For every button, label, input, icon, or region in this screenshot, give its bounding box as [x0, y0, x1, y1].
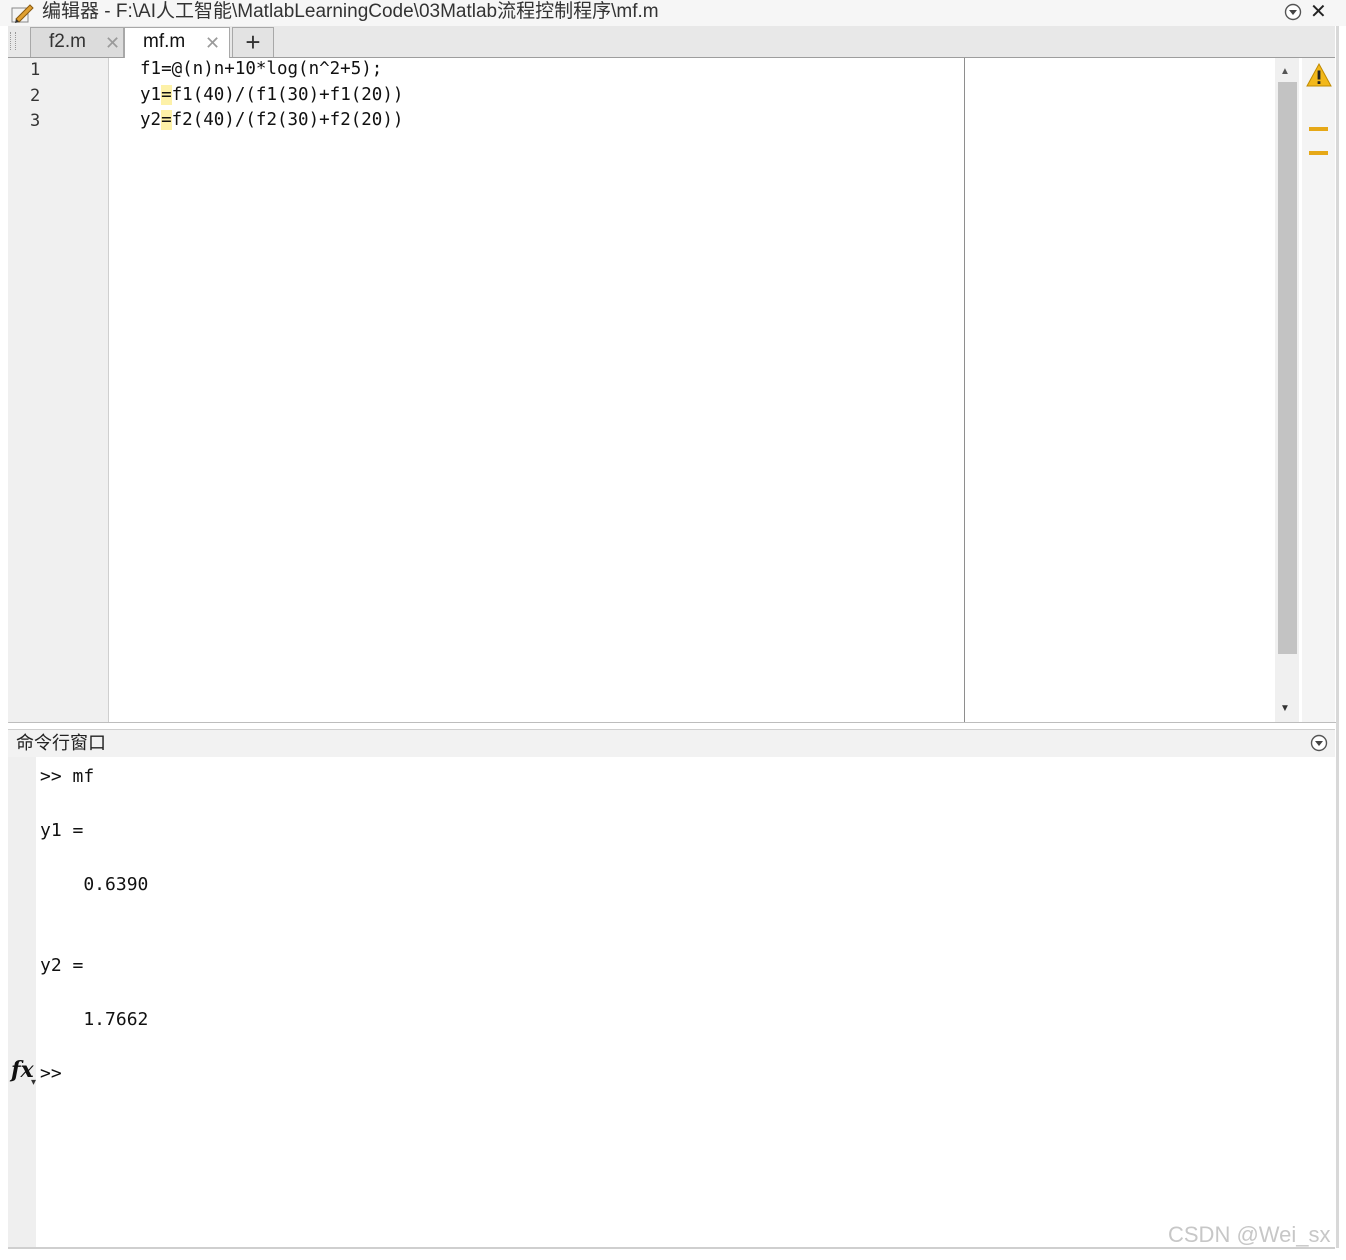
scroll-up-icon[interactable]: ▲: [1280, 66, 1290, 77]
command-window-gutter: [8, 757, 36, 1247]
command-output-line: 0.6390: [40, 874, 149, 895]
code-text: f2(40)/(f2(30)+f2(20)): [171, 110, 404, 130]
line-number: 3: [30, 111, 41, 131]
warning-icon[interactable]: [1306, 62, 1332, 88]
editor-pencil-icon: [11, 4, 34, 23]
warning-marker[interactable]: [1309, 151, 1328, 155]
chevron-down-circle-icon[interactable]: [1310, 734, 1328, 752]
command-window-title: 命令行窗口: [16, 733, 106, 753]
code-editor[interactable]: [8, 58, 1336, 723]
tab-grip[interactable]: [10, 32, 16, 50]
command-output-line: y1 =: [40, 820, 84, 841]
line-number: 1: [30, 60, 41, 80]
command-prompt[interactable]: >>: [40, 1063, 62, 1084]
code-text: f1(40)/(f1(30)+f1(20)): [171, 85, 404, 105]
window-title: 编辑器 - F:\AI人工智能\MatlabLearningCode\03Mat…: [42, 1, 659, 22]
code-line[interactable]: y1=f1(40)/(f1(30)+f1(20)): [140, 85, 403, 105]
code-line[interactable]: y2=f2(40)/(f2(30)+f2(20)): [140, 110, 403, 130]
tab-mf[interactable]: mf.m ✕: [124, 27, 230, 58]
window-right-border: [1336, 26, 1339, 1248]
code-text: f1=@(n)n+10*log(n^2+5);: [140, 59, 383, 79]
warning-highlight[interactable]: =: [161, 85, 172, 105]
tab-close-icon[interactable]: ✕: [105, 29, 120, 57]
command-output-line: 1.7662: [40, 1009, 149, 1030]
scrollbar-thumb[interactable]: [1278, 82, 1297, 654]
command-window[interactable]: [36, 757, 1335, 1247]
line-number-gutter: [8, 58, 109, 722]
code-line[interactable]: f1=@(n)n+10*log(n^2+5);: [140, 59, 382, 79]
command-output-line: >> mf: [40, 766, 95, 787]
code-text: y2: [140, 110, 162, 130]
add-tab-button[interactable]: +: [232, 27, 274, 57]
tab-label: f2.m: [49, 31, 86, 52]
right-margin-line: [964, 58, 965, 722]
tab-close-icon[interactable]: ✕: [205, 29, 220, 57]
code-text: y1: [140, 85, 162, 105]
tab-label: mf.m: [143, 31, 186, 52]
chevron-down-circle-icon[interactable]: [1284, 3, 1302, 21]
command-window-header: [8, 729, 1335, 758]
code-analyzer-bar: [1302, 58, 1335, 722]
window-bottom-border: [8, 1247, 1335, 1249]
close-icon[interactable]: ✕: [1310, 1, 1327, 23]
tab-f2[interactable]: f2.m ✕: [30, 27, 124, 57]
line-number: 2: [30, 86, 41, 106]
warning-marker[interactable]: [1309, 127, 1328, 131]
command-output-line: y2 =: [40, 955, 84, 976]
warning-highlight[interactable]: =: [161, 110, 172, 130]
fx-dropdown-icon[interactable]: ▾: [31, 1077, 36, 1088]
scroll-down-icon[interactable]: ▼: [1280, 703, 1290, 714]
watermark: CSDN @Wei_sx: [1168, 1222, 1331, 1247]
